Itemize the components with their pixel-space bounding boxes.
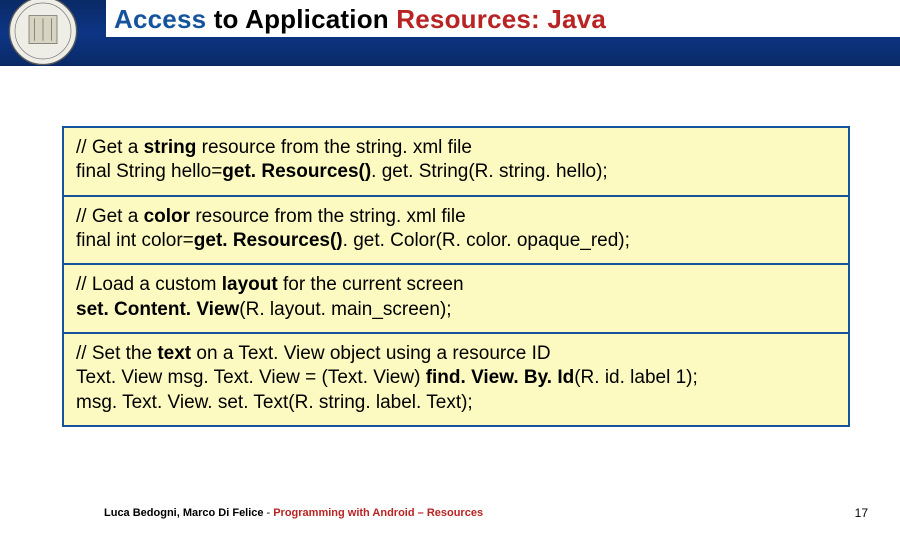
code-block: // Set the text on a Text. View object u… (64, 332, 848, 425)
code-text: layout (222, 274, 278, 295)
code-text: // Get a (76, 206, 144, 227)
code-text: string (144, 137, 197, 158)
title-word: Java (547, 4, 606, 34)
header-banner: Access to Application Resources: Java (0, 0, 900, 66)
code-text: (R. layout. main_screen); (239, 299, 451, 320)
code-text: for the current screen (278, 274, 464, 295)
footer-authors: Luca Bedogni, Marco Di Felice (104, 507, 264, 519)
footer: Luca Bedogni, Marco Di Felice - Programm… (0, 504, 900, 522)
code-text: set. Content. View (76, 299, 239, 320)
code-text: // Load a custom (76, 274, 222, 295)
code-text: get. Resources() (222, 161, 371, 182)
code-text: text (157, 343, 191, 364)
footer-topic: Programming with Android – Resources (273, 507, 483, 519)
university-seal-icon (8, 0, 78, 66)
slide-title: Access to Application Resources: Java (114, 4, 606, 35)
code-text: Text. View msg. Text. View = (Text. View… (76, 367, 426, 388)
code-text: // Set the (76, 343, 157, 364)
footer-sep: - (267, 507, 271, 519)
code-text: msg. Text. View. set. Text(R. string. la… (76, 392, 473, 413)
page-number: 17 (855, 506, 868, 520)
code-text: find. View. By. Id (426, 367, 575, 388)
title-word: Application (245, 4, 396, 34)
code-text: on a Text. View object using a resource … (191, 343, 550, 364)
code-text: resource from the string. xml file (196, 137, 472, 158)
title-bar: Access to Application Resources: Java (106, 0, 900, 37)
code-text: . get. String(R. string. hello); (371, 161, 608, 182)
code-text: get. Resources() (194, 230, 343, 251)
code-text: final String hello= (76, 161, 222, 182)
code-text: (R. id. label 1); (574, 367, 698, 388)
code-text: // Get a (76, 137, 144, 158)
code-text: . get. Color(R. color. opaque_red); (343, 230, 630, 251)
code-box: // Get a string resource from the string… (62, 126, 850, 427)
code-block: // Load a custom layout for the current … (64, 263, 848, 332)
code-block: // Get a string resource from the string… (64, 128, 848, 195)
code-text: resource from the string. xml file (190, 206, 466, 227)
code-text: color (144, 206, 190, 227)
title-word: to (214, 4, 245, 34)
code-text: final int color= (76, 230, 194, 251)
code-block: // Get a color resource from the string.… (64, 195, 848, 264)
title-word: Access (114, 4, 214, 34)
title-word: Resources: (396, 4, 547, 34)
